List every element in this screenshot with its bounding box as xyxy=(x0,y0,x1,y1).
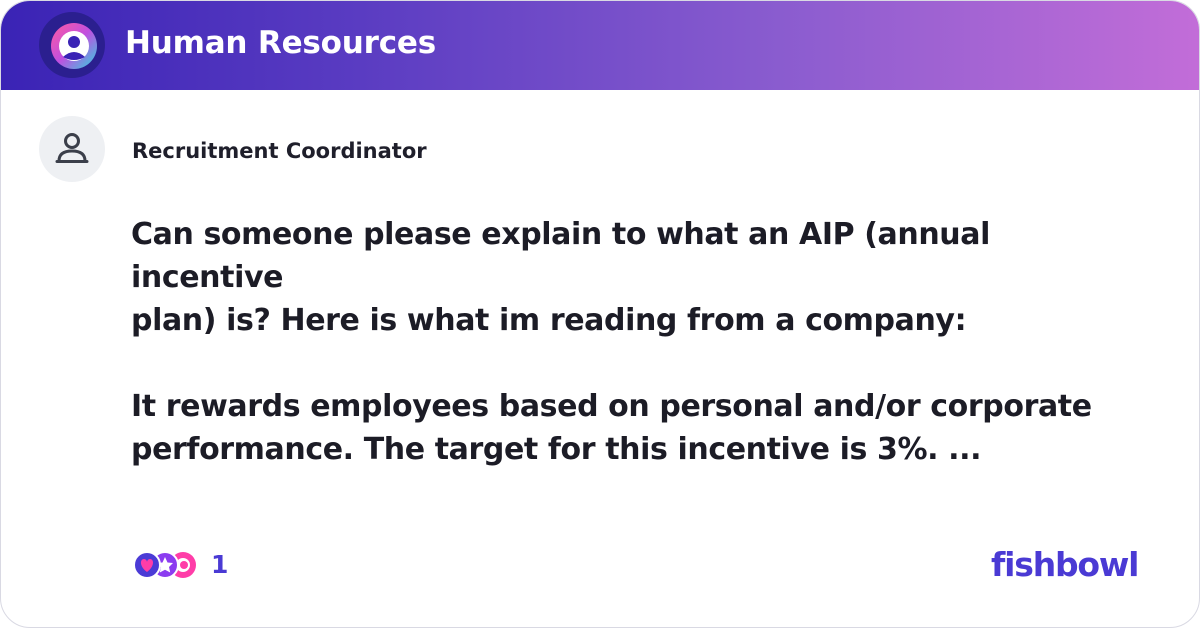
post-line: It rewards employees based on personal a… xyxy=(131,389,1092,424)
bowl-header: Human Resources xyxy=(1,1,1199,90)
bowl-title[interactable]: Human Resources xyxy=(125,23,436,63)
avatar[interactable] xyxy=(39,116,105,182)
post-card[interactable]: Human Resources Recruitment Coordinator … xyxy=(0,0,1200,628)
fishbowl-bowl-icon xyxy=(39,12,105,78)
heart-reaction-icon xyxy=(133,551,161,579)
author-name[interactable]: Recruitment Coordinator xyxy=(132,137,427,165)
post-line: plan) is? Here is what im reading from a… xyxy=(131,303,967,338)
post-line: performance. The target for this incenti… xyxy=(131,432,982,467)
fishbowl-logo[interactable]: fishbowl xyxy=(991,544,1139,586)
reaction-icons[interactable] xyxy=(131,549,203,581)
reaction-count[interactable]: 1 xyxy=(211,548,228,582)
person-icon xyxy=(55,133,89,163)
post-body[interactable]: Can someone please explain to what an AI… xyxy=(131,213,1131,471)
post-line: Can someone please explain to what an AI… xyxy=(131,217,990,295)
